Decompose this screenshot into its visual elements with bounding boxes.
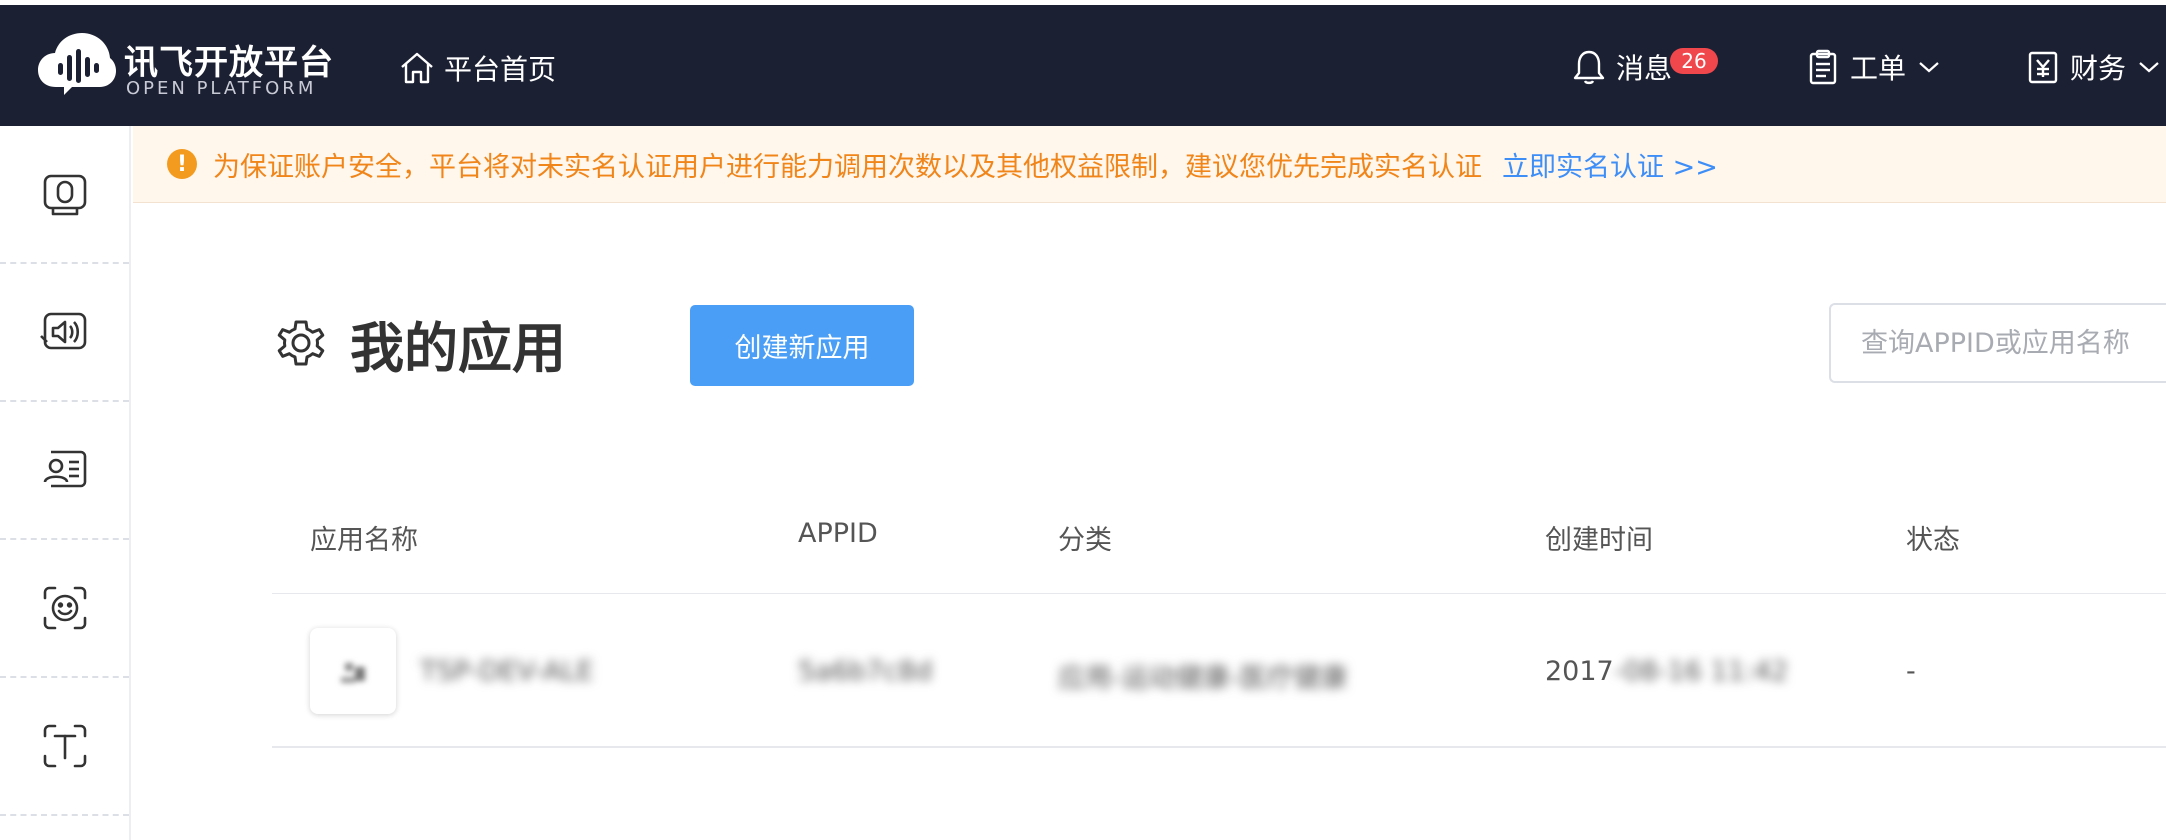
page-title: 我的应用: [350, 316, 566, 380]
nav-finance-label: 财务: [2070, 52, 2127, 85]
created-year: 2017: [1545, 656, 1614, 687]
bell-icon: [1573, 50, 1605, 85]
speech-synthesis-icon: [39, 312, 86, 350]
logo[interactable]: 讯飞开放平台 OPEN PLATFORM: [38, 27, 338, 107]
nav-messages[interactable]: 消息: [1572, 45, 1672, 89]
apps-table: 应用名称 APPID 分类 创建时间 状态 TSP-DEV-ALE 5a6b7c…: [272, 494, 2166, 748]
chevron-down-icon: [1919, 62, 1939, 73]
verification-notice-bar: ! 为保证账户安全，平台将对未实名认证用户进行能力调用次数以及其他权益限制，建议…: [133, 126, 2166, 203]
nav-ticket-label: 工单: [1850, 52, 1907, 85]
column-header-name: 应用名称: [310, 525, 418, 556]
nav-ticket-menu[interactable]: 工单: [1806, 45, 1940, 89]
app-icon: [310, 628, 396, 714]
nav-messages-label: 消息: [1616, 52, 1673, 85]
logo-title: 讯飞开放平台: [124, 43, 334, 83]
sidebar-item-voice-recognition[interactable]: [0, 126, 129, 264]
column-header-created: 创建时间: [1545, 525, 1653, 556]
column-header-status: 状态: [1906, 525, 1960, 556]
notice-text: 为保证账户安全，平台将对未实名认证用户进行能力调用次数以及其他权益限制，建议您优…: [213, 151, 1482, 183]
sidebar-item-voice-interaction[interactable]: [0, 402, 129, 540]
logo-subtitle: OPEN PLATFORM: [126, 78, 317, 99]
voice-interaction-icon: [43, 450, 86, 488]
sidebar-item-face-recognition[interactable]: [0, 540, 129, 678]
column-header-appid: APPID: [798, 518, 878, 549]
app-created-time: 2017-08-16 11:42: [1545, 656, 1788, 687]
create-app-button[interactable]: 创建新应用: [690, 305, 914, 386]
search-input[interactable]: [1829, 303, 2166, 383]
face-recognition-icon: [43, 586, 86, 630]
cloud-logo-icon: [38, 33, 116, 95]
finance-icon: [2028, 51, 2058, 84]
table-header-row: 应用名称 APPID 分类 创建时间 状态: [272, 494, 2166, 594]
top-navbar: 讯飞开放平台 OPEN PLATFORM 平台首页 消息 26 工单 财务: [0, 5, 2166, 126]
app-logo-icon: [341, 663, 365, 683]
nav-finance-menu[interactable]: 财务: [2026, 45, 2160, 89]
gear-icon: [277, 320, 325, 366]
app-status: -: [1906, 656, 1916, 687]
app-category: 应用-运动健康-医疗健康: [1058, 663, 1348, 694]
sidebar-item-text-recognition[interactable]: [0, 678, 129, 816]
app-appid: 5a6b7c8d: [798, 656, 933, 687]
page-title-row: 我的应用: [272, 310, 566, 380]
text-recognition-icon: [43, 724, 86, 768]
messages-count-badge: 26: [1670, 48, 1718, 74]
verify-now-link[interactable]: 立即实名认证 >>: [1502, 145, 1718, 184]
sidebar-item-speech-synthesis[interactable]: [0, 264, 129, 402]
column-header-category: 分类: [1058, 525, 1112, 556]
nav-home-label: 平台首页: [444, 53, 557, 86]
voice-recognition-icon: [43, 174, 86, 216]
chevron-down-icon: [2139, 62, 2159, 73]
warning-icon: !: [167, 149, 197, 179]
app-name[interactable]: TSP-DEV-ALE: [420, 656, 594, 687]
sidebar: [0, 126, 131, 840]
clipboard-icon: [1809, 49, 1837, 85]
table-row[interactable]: TSP-DEV-ALE 5a6b7c8d 应用-运动健康-医疗健康 2017-0…: [272, 594, 2166, 748]
created-rest: -08-16 11:42: [1613, 656, 1789, 687]
nav-home-link[interactable]: 平台首页: [398, 48, 556, 88]
home-icon: [401, 52, 433, 84]
